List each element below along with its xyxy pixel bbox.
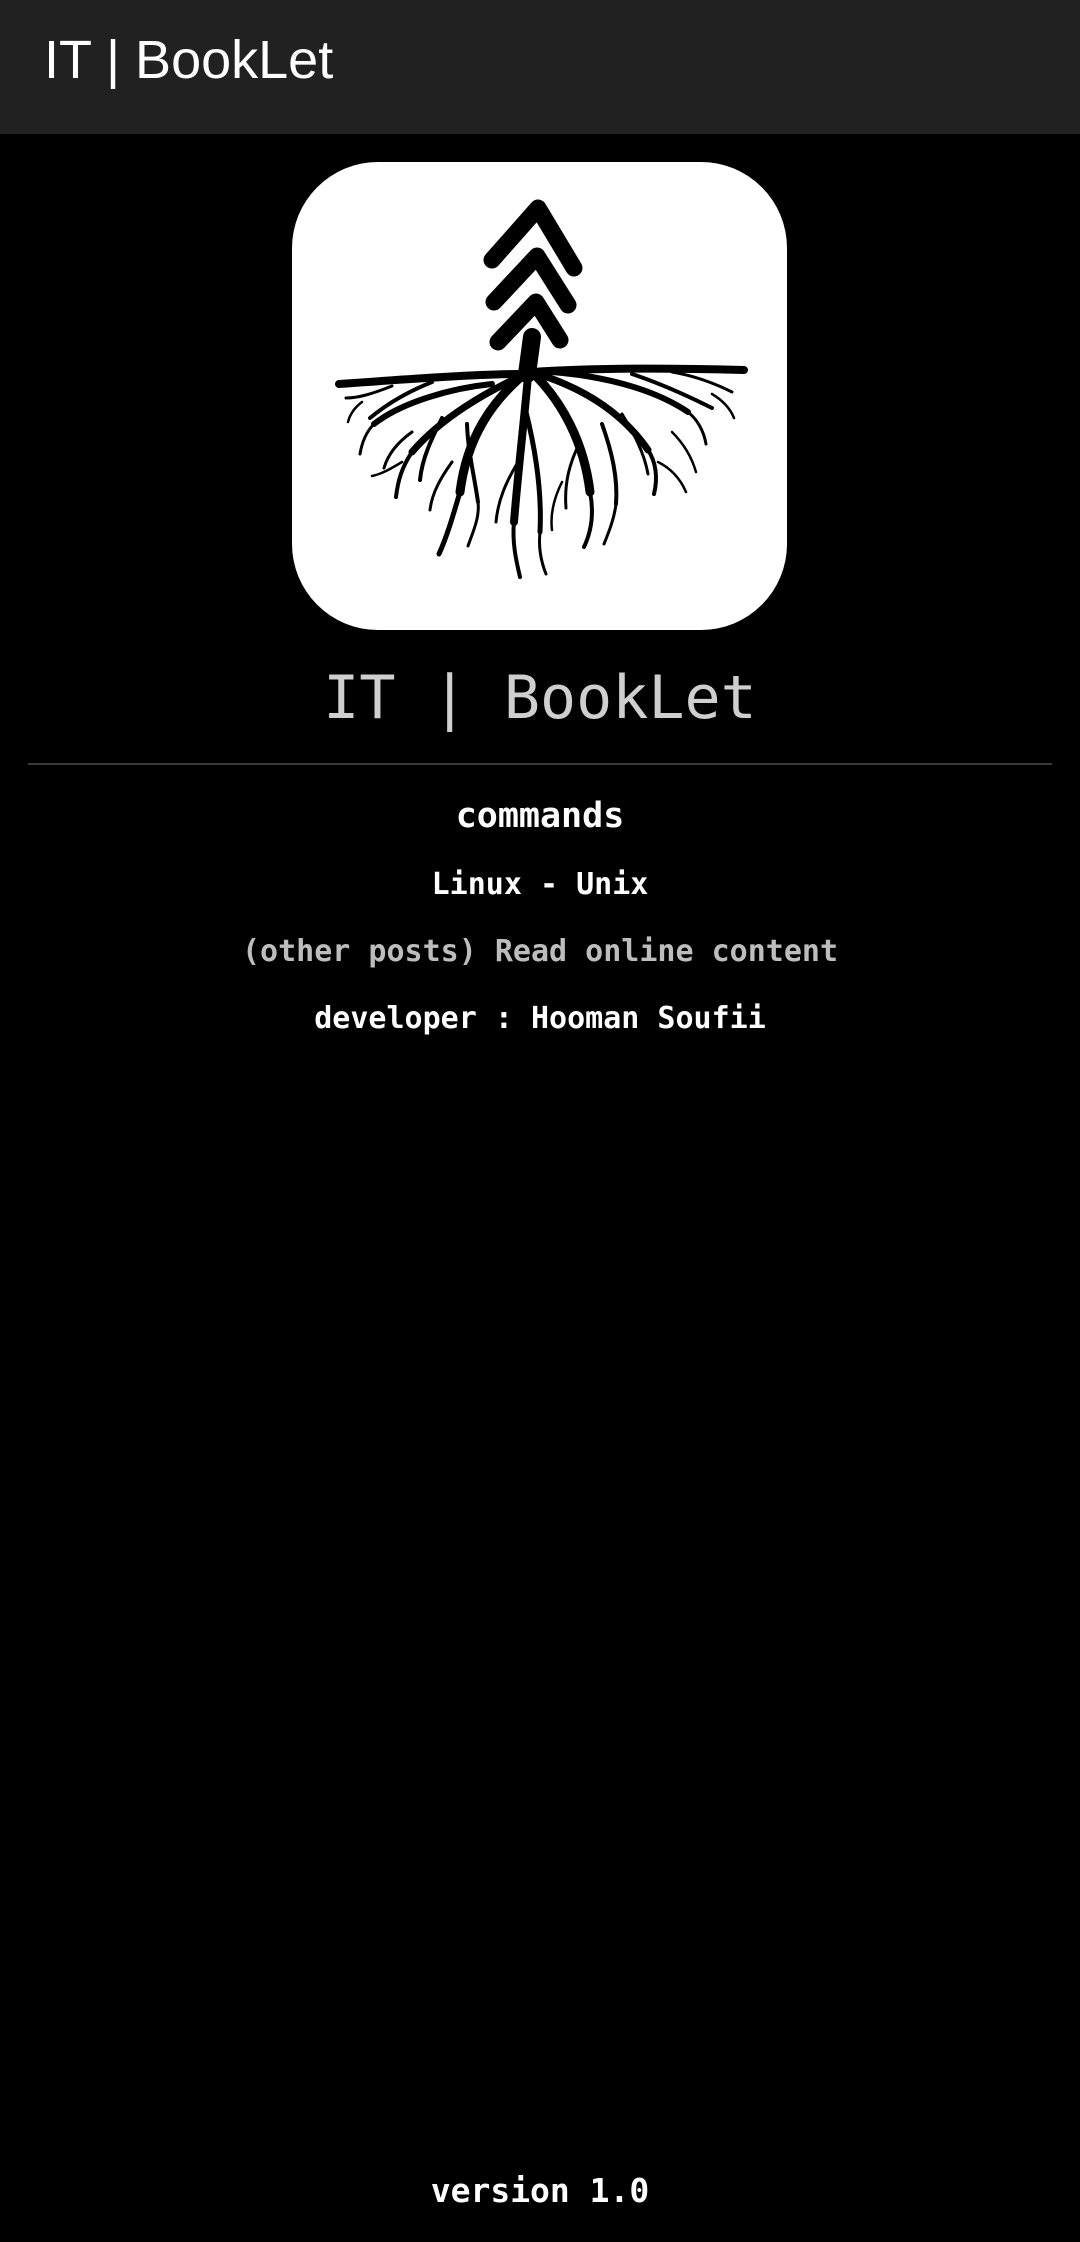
app-bar: IT | BookLet: [0, 0, 1080, 134]
menu-item-other-posts[interactable]: (other posts) Read online content: [0, 933, 1080, 971]
menu-item-linux-unix[interactable]: Linux - Unix: [0, 866, 1080, 904]
menu-item-commands[interactable]: commands: [0, 794, 1080, 838]
version-label: version 1.0: [430, 2171, 650, 2210]
app-logo: [292, 162, 787, 630]
menu-item-developer[interactable]: developer : Hooman Soufii: [0, 1000, 1080, 1038]
divider: [28, 763, 1052, 765]
app-bar-title: IT | BookLet: [44, 30, 334, 90]
tree-roots-arrow-icon: [335, 199, 748, 579]
app-name-heading: IT | BookLet: [323, 663, 757, 733]
